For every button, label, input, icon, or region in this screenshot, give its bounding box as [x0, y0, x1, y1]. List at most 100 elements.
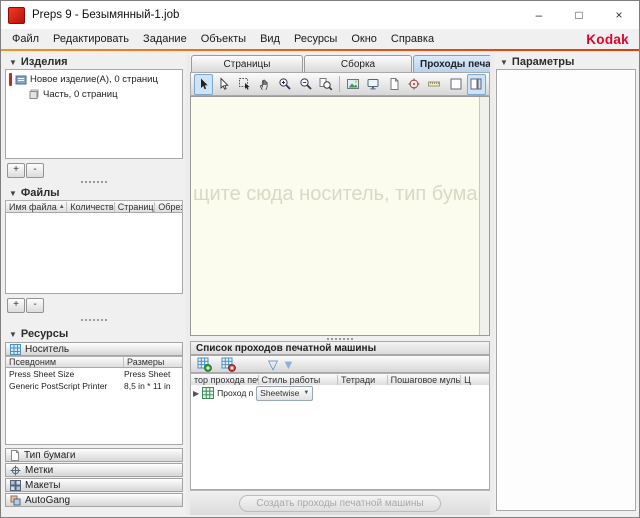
delete-press-run-button[interactable] [218, 355, 238, 373]
tab-pages[interactable]: Страницы [191, 55, 303, 72]
tab-label: Страницы [224, 59, 271, 70]
menu-item-view[interactable]: Вид [253, 31, 287, 47]
close-button[interactable]: × [599, 1, 639, 29]
zoom-out-tool-button[interactable] [296, 74, 315, 95]
tab-press-runs[interactable]: Проходы печатной машины [413, 55, 490, 72]
files-column-pages[interactable]: Страницы [115, 202, 156, 212]
products-files-splitter[interactable] [81, 181, 107, 183]
direct-select-tool-button[interactable] [214, 74, 233, 95]
media-column-alias[interactable]: Псевдоним [6, 357, 124, 367]
remove-product-button[interactable]: - [26, 163, 44, 178]
parameters-section-header[interactable]: ▼ Параметры [500, 56, 574, 68]
products-section-label: Изделия [21, 56, 68, 68]
menu-item-objects[interactable]: Объекты [194, 31, 253, 47]
resources-group-autogang[interactable]: AutoGang [5, 493, 183, 507]
marks-icon [10, 465, 21, 476]
resources-group-label: Носитель [25, 344, 69, 355]
minimize-button[interactable]: – [519, 1, 559, 29]
files-resources-splitter[interactable] [81, 319, 107, 321]
zoom-fit-icon [319, 77, 333, 91]
part-icon [28, 88, 40, 100]
center-right-splitter[interactable] [490, 53, 494, 515]
parameters-section-label: Параметры [512, 56, 574, 68]
add-file-button[interactable]: + [7, 298, 25, 313]
split-view-toggle-button[interactable] [467, 74, 486, 95]
single-view-toggle-button[interactable] [446, 74, 465, 95]
brand-accent-line [1, 49, 639, 51]
zoom-in-tool-button[interactable] [276, 74, 295, 95]
menu-item-job[interactable]: Задание [136, 31, 194, 47]
chevron-down-icon: ▼ [303, 390, 309, 396]
add-product-button[interactable]: + [7, 163, 25, 178]
zoom-fit-tool-button[interactable] [317, 74, 336, 95]
files-list[interactable] [5, 212, 183, 294]
resources-group-label: Тип бумаги [24, 450, 76, 461]
registration-button[interactable] [404, 74, 423, 95]
press-run-row[interactable]: ▶ Проход пе Sheetwise ▼ [191, 385, 489, 401]
media-table-body[interactable]: Press Sheet Size Press Sheet Generic Pos… [5, 367, 183, 445]
move-down-filled-icon[interactable]: ▼ [282, 358, 295, 371]
menu-item-edit[interactable]: Редактировать [46, 31, 136, 47]
resources-group-marks[interactable]: Метки [5, 463, 183, 477]
resources-group-paper-type[interactable]: Тип бумаги [5, 448, 183, 462]
row-expander-icon[interactable]: ▶ [193, 389, 199, 398]
column-signatures[interactable]: Тетради [338, 375, 388, 385]
files-section-label: Файлы [21, 187, 60, 199]
preview-mode-button[interactable] [343, 74, 362, 95]
resources-group-label: Метки [25, 465, 53, 476]
add-press-run-button[interactable] [194, 355, 214, 373]
select-cursor-icon [197, 77, 211, 91]
files-section-header[interactable]: ▼ Файлы [9, 187, 60, 199]
ruler-button[interactable] [425, 74, 444, 95]
autogang-icon [10, 495, 21, 506]
product-icon [15, 74, 27, 86]
menu-item-resources[interactable]: Ресурсы [287, 31, 344, 47]
media-row[interactable]: Generic PostScript Printer 8,5 in * 11 i… [6, 380, 182, 392]
tree-item-label: Новое изделие(A), 0 страниц [30, 74, 158, 85]
marquee-tool-button[interactable] [235, 74, 254, 95]
products-section-header[interactable]: ▼ Изделия [9, 56, 68, 68]
canvas-vertical-scrollbar[interactable] [479, 97, 489, 335]
media-icon [10, 344, 21, 355]
files-column-trim[interactable]: Обрезк [155, 202, 182, 212]
add-press-run-icon [197, 357, 212, 372]
select-tool-button[interactable] [194, 74, 213, 95]
column-work-style[interactable]: Стиль работы [259, 375, 338, 385]
collapse-triangle-icon: ▼ [9, 189, 17, 198]
canvas-list-splitter[interactable] [327, 338, 353, 340]
resources-group-templates[interactable]: Макеты [5, 478, 183, 492]
media-row[interactable]: Press Sheet Size Press Sheet [6, 368, 182, 380]
products-tree[interactable]: Новое изделие(A), 0 страниц Часть, 0 стр… [5, 69, 183, 159]
monitor-icon [366, 77, 380, 91]
parameters-panel[interactable] [496, 69, 636, 511]
maximize-button[interactable]: □ [559, 1, 599, 29]
monitor-view-button[interactable] [363, 74, 382, 95]
resources-group-media[interactable]: Носитель [5, 342, 183, 356]
menu-item-file[interactable]: Файл [5, 31, 46, 47]
tab-label: Сборка [341, 59, 375, 70]
create-press-runs-button[interactable]: Создать проходы печатной машины [239, 495, 440, 512]
window-controls: – □ × [519, 1, 639, 29]
column-press-run-id[interactable]: тор прохода печат [191, 375, 259, 385]
media-alias: Generic PostScript Printer [6, 381, 121, 391]
files-column-count[interactable]: Количество [67, 202, 114, 212]
work-style-select[interactable]: Sheetwise ▼ [256, 386, 313, 401]
remove-file-button[interactable]: - [26, 298, 44, 313]
pan-tool-button[interactable] [255, 74, 274, 95]
column-step-repeat[interactable]: Пошаговое мульти [388, 375, 462, 385]
tree-item-product[interactable]: Новое изделие(A), 0 страниц [6, 70, 182, 86]
press-run-canvas[interactable]: щите сюда носитель, тип бумаги или ш [190, 96, 490, 336]
menu-item-help[interactable]: Справка [384, 31, 441, 47]
column-colors[interactable]: Ц [461, 375, 489, 385]
move-down-outline-icon[interactable]: ▽ [268, 358, 278, 371]
press-run-list-toolbar: ▽ ▼ [190, 355, 490, 373]
press-run-toolbar [190, 72, 490, 96]
tab-assembly[interactable]: Сборка [304, 55, 412, 72]
files-column-name[interactable]: Имя файла▲ [6, 202, 67, 212]
media-column-sizes[interactable]: Размеры [124, 357, 182, 367]
resources-section-header[interactable]: ▼ Ресурсы [9, 328, 68, 340]
page-view-button[interactable] [384, 74, 403, 95]
tree-item-part[interactable]: Часть, 0 страниц [6, 86, 182, 100]
collapse-triangle-icon: ▼ [9, 330, 17, 339]
menu-item-window[interactable]: Окно [344, 31, 384, 47]
